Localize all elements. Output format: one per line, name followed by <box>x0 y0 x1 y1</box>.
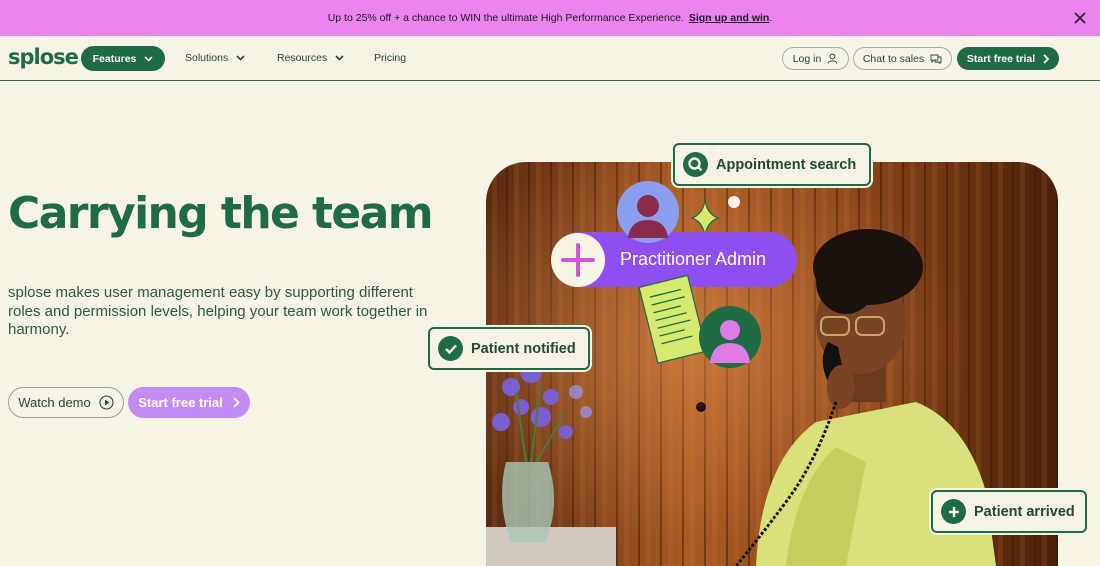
close-icon[interactable] <box>1072 10 1088 26</box>
promo-signup-link[interactable]: Sign up and win <box>689 12 770 24</box>
nav-pricing-label: Pricing <box>374 52 407 64</box>
hero-start-trial-button[interactable]: Start free trial <box>128 387 250 418</box>
chevron-down-icon <box>144 55 153 62</box>
hero-title: Carrying the team <box>8 188 434 239</box>
watch-demo-label: Watch demo <box>18 395 91 410</box>
login-button[interactable]: Log in <box>782 47 849 70</box>
search-icon <box>683 152 708 177</box>
chat-label: Chat to sales <box>862 52 925 65</box>
hero-trial-label: Start free trial <box>138 395 223 410</box>
nav-resources-label: Resources <box>277 52 328 64</box>
appointment-search-badge: Appointment search <box>673 143 871 186</box>
chat-bubble-icon <box>930 54 942 64</box>
avatar-icon <box>617 181 679 243</box>
chat-to-sales-button[interactable]: Chat to sales <box>853 47 952 70</box>
nav-trial-label: Start free trial <box>966 52 1036 65</box>
main-nav: splose Features Solutions Resources Pric… <box>0 36 1100 81</box>
chevron-down-icon <box>335 55 344 61</box>
appointment-search-label: Appointment search <box>716 156 857 173</box>
hero-description: splose makes user management easy by sup… <box>8 284 428 338</box>
nav-solutions-label: Solutions <box>185 52 229 64</box>
patient-arrived-badge: Patient arrived <box>931 490 1087 533</box>
practitioner-admin-label: Practitioner Admin <box>620 249 767 269</box>
nav-solutions[interactable]: Solutions <box>185 52 245 64</box>
check-icon <box>438 336 463 361</box>
nav-resources[interactable]: Resources <box>277 52 344 64</box>
promo-banner: Up to 25% off + a chance to WIN the ulti… <box>0 0 1100 36</box>
plus-circle-icon <box>551 233 605 287</box>
patient-notified-badge: Patient notified <box>428 327 590 370</box>
nav-pricing[interactable]: Pricing <box>374 52 406 64</box>
chevron-right-icon <box>1043 53 1050 64</box>
login-label: Log in <box>792 52 822 65</box>
user-icon <box>827 53 838 64</box>
nav-features[interactable]: Features <box>81 46 165 71</box>
nav-start-trial-button[interactable]: Start free trial <box>957 47 1059 70</box>
chevron-down-icon <box>236 55 245 61</box>
patient-notified-label: Patient notified <box>471 340 576 357</box>
patient-arrived-label: Patient arrived <box>974 503 1075 520</box>
watch-demo-button[interactable]: Watch demo <box>8 387 124 418</box>
chevron-right-icon <box>233 397 240 408</box>
splose-logo[interactable]: splose <box>8 45 79 69</box>
promo-link-suffix: . <box>769 12 773 24</box>
promo-text: Up to 25% off + a chance to WIN the ulti… <box>327 12 684 24</box>
play-icon <box>99 395 114 410</box>
plus-icon <box>941 499 966 524</box>
avatar-icon <box>699 306 761 368</box>
nav-features-label: Features <box>92 52 137 65</box>
dot-decoration <box>728 196 740 208</box>
